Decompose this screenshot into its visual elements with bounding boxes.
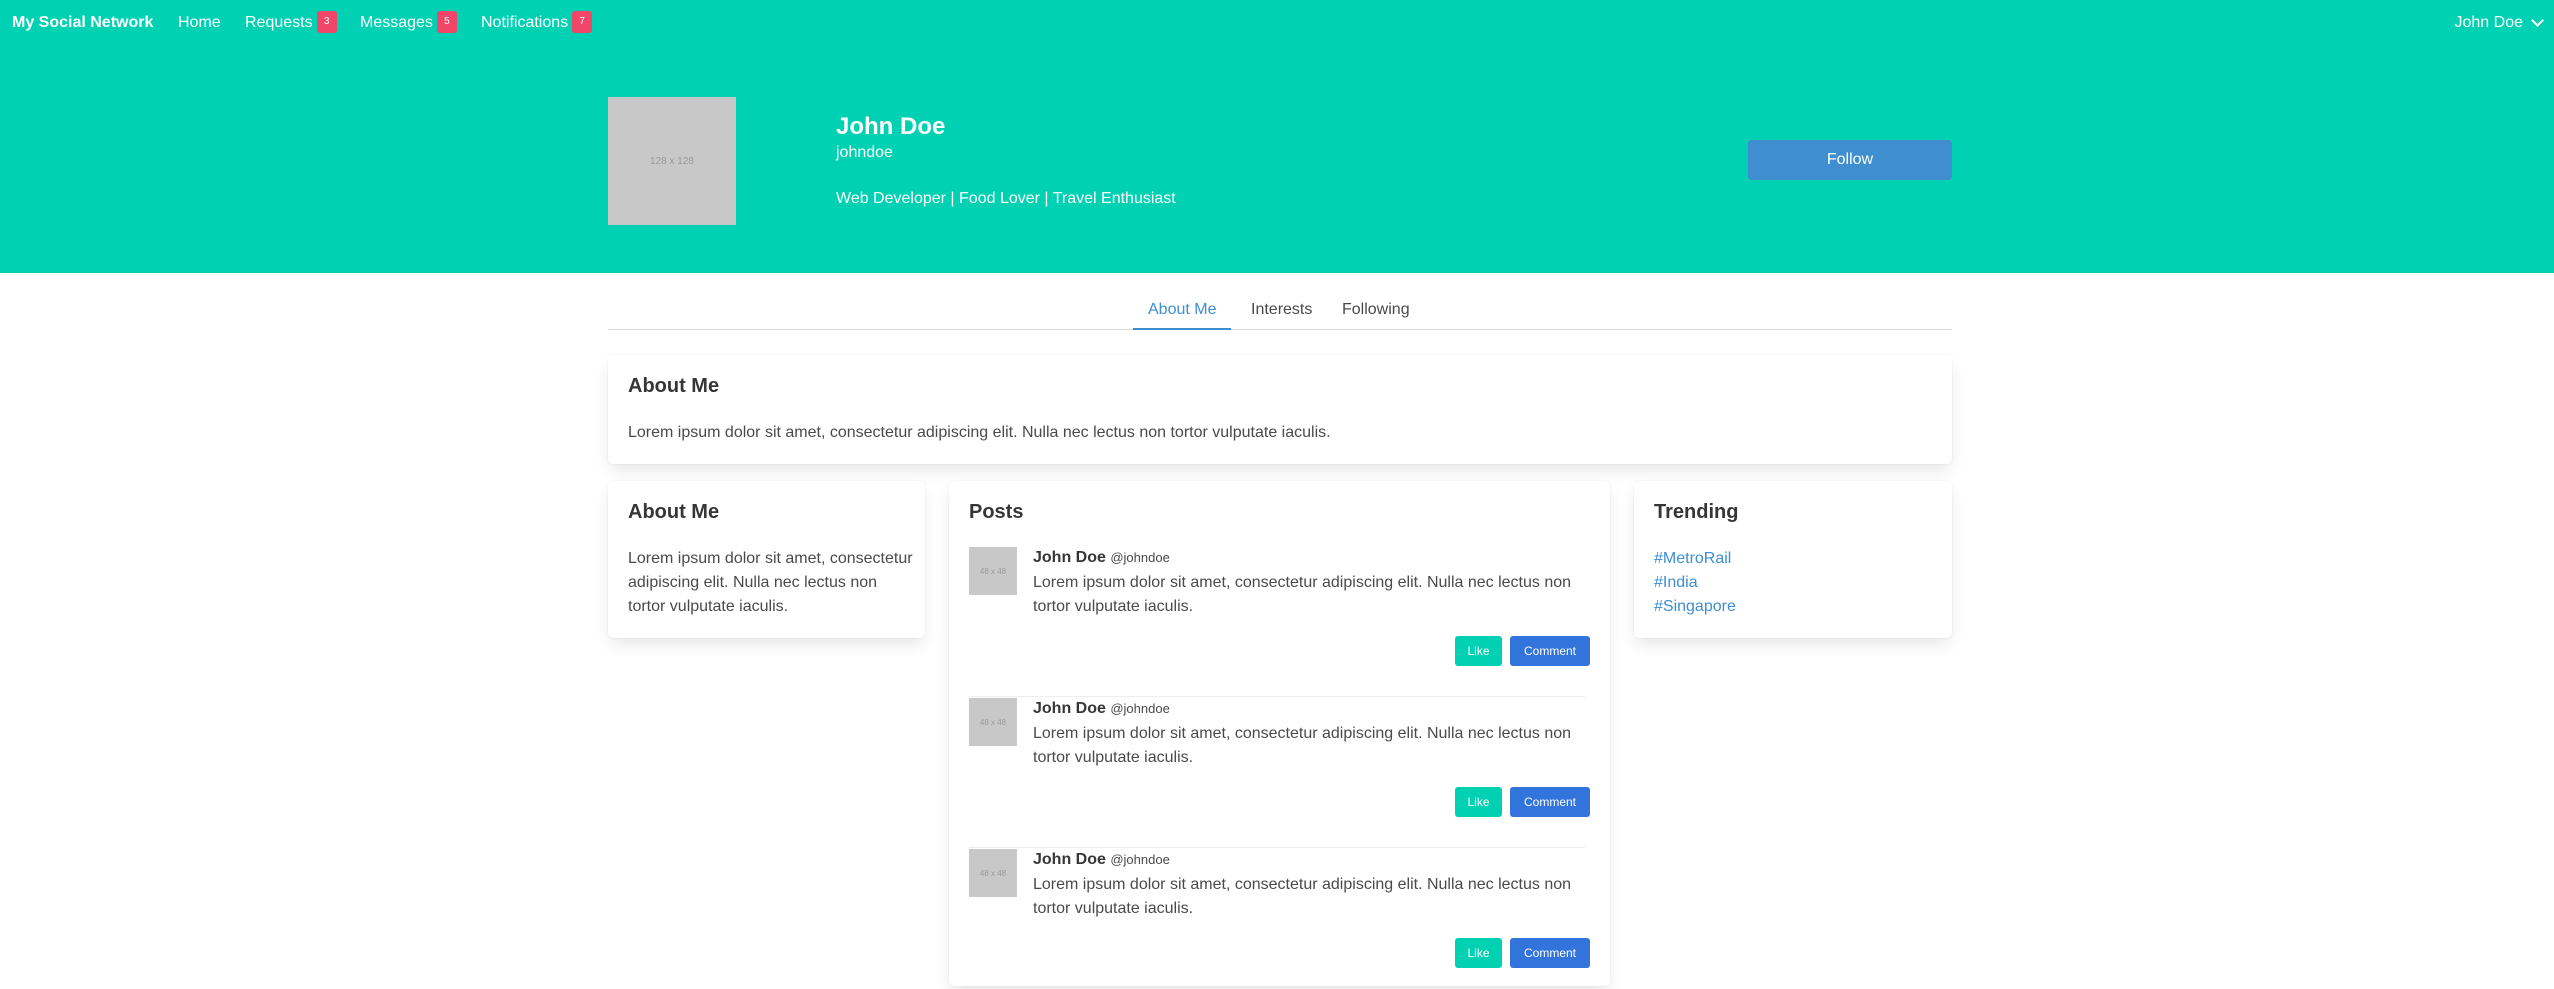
nav-item-label: Requests bbox=[245, 14, 313, 31]
trending-tag-link[interactable]: #India bbox=[1654, 571, 1736, 595]
about-me-card-main: About Me Lorem ipsum dolor sit amet, con… bbox=[608, 355, 1952, 464]
like-button[interactable]: Like bbox=[1455, 938, 1502, 968]
avatar-placeholder-text: 48 x 48 bbox=[979, 868, 1007, 878]
post-avatar: 48 x 48 bbox=[969, 849, 1017, 897]
post-body: Lorem ipsum dolor sit amet, consectetur … bbox=[1033, 876, 1572, 917]
card-title: Posts bbox=[969, 501, 1024, 523]
tab-about-me[interactable]: About Me bbox=[1133, 293, 1232, 330]
profile-avatar: 128 x 128 bbox=[608, 97, 736, 225]
user-menu[interactable]: John Doe bbox=[2454, 14, 2544, 32]
follow-button[interactable]: Follow bbox=[1748, 140, 1952, 180]
post-author[interactable]: John Doe bbox=[1033, 851, 1106, 868]
post-handle: @johndoe bbox=[1110, 852, 1170, 867]
nav-item-label: Home bbox=[178, 14, 221, 31]
post-header: John Doe @johndoe bbox=[1033, 549, 1170, 567]
trending-card: Trending #MetroRail #India #Singapore bbox=[1634, 481, 1952, 638]
post-divider bbox=[969, 696, 1585, 697]
trending-tag-link[interactable]: #Singapore bbox=[1654, 595, 1736, 619]
post-handle: @johndoe bbox=[1110, 701, 1170, 716]
comment-button[interactable]: Comment bbox=[1510, 787, 1590, 817]
post-avatar: 48 x 48 bbox=[969, 547, 1017, 595]
nav-item-requests[interactable]: Requests 3 bbox=[245, 11, 337, 33]
tab-following[interactable]: Following bbox=[1327, 293, 1425, 330]
post-item: 48 x 48 John Doe @johndoe Lorem ipsum do… bbox=[969, 849, 1590, 989]
post-author[interactable]: John Doe bbox=[1033, 549, 1106, 566]
nav-item-notifications[interactable]: Notifications 7 bbox=[481, 11, 593, 33]
comment-button[interactable]: Comment bbox=[1510, 938, 1590, 968]
profile-bio: Web Developer | Food Lover | Travel Enth… bbox=[836, 190, 1176, 207]
card-title: About Me bbox=[628, 375, 720, 397]
requests-count-badge: 3 bbox=[316, 11, 337, 33]
post-header: John Doe @johndoe bbox=[1033, 851, 1170, 869]
like-button[interactable]: Like bbox=[1455, 787, 1502, 817]
top-navbar: My Social Network Home Requests 3 Messag… bbox=[0, 0, 2554, 49]
trending-tag-list: #MetroRail #India #Singapore bbox=[1654, 547, 1736, 619]
user-menu-name: John Doe bbox=[2454, 14, 2524, 31]
post-avatar: 48 x 48 bbox=[969, 698, 1017, 746]
post-handle: @johndoe bbox=[1110, 550, 1170, 565]
card-text: Lorem ipsum dolor sit amet, consectetur … bbox=[628, 550, 913, 615]
brand-logo[interactable]: My Social Network bbox=[12, 14, 153, 32]
post-author[interactable]: John Doe bbox=[1033, 700, 1106, 717]
post-item: 48 x 48 John Doe @johndoe Lorem ipsum do… bbox=[969, 698, 1590, 848]
chevron-down-icon bbox=[2531, 14, 2544, 27]
post-item: 48 x 48 John Doe @johndoe Lorem ipsum do… bbox=[969, 547, 1590, 697]
post-body: Lorem ipsum dolor sit amet, consectetur … bbox=[1033, 725, 1572, 766]
profile-name: John Doe bbox=[836, 113, 946, 140]
avatar-placeholder-text: 48 x 48 bbox=[979, 717, 1007, 727]
avatar-placeholder-text: 128 x 128 bbox=[650, 155, 694, 167]
messages-count-badge: 5 bbox=[436, 11, 457, 33]
card-text: Lorem ipsum dolor sit amet, consectetur … bbox=[628, 424, 1331, 441]
posts-card: Posts 48 x 48 John Doe @johndoe Lorem ip… bbox=[949, 481, 1610, 986]
card-title: About Me bbox=[628, 501, 720, 523]
tab-interests[interactable]: Interests bbox=[1236, 293, 1327, 330]
nav-item-label: Messages bbox=[360, 14, 433, 31]
card-title: Trending bbox=[1654, 501, 1739, 523]
profile-tabs: About Me Interests Following bbox=[608, 293, 1952, 330]
trending-tag-link[interactable]: #MetroRail bbox=[1654, 547, 1736, 571]
comment-button[interactable]: Comment bbox=[1510, 636, 1590, 666]
about-me-card-side: About Me Lorem ipsum dolor sit amet, con… bbox=[608, 481, 925, 638]
post-body: Lorem ipsum dolor sit amet, consectetur … bbox=[1033, 574, 1572, 615]
post-divider bbox=[969, 847, 1585, 848]
profile-hero: My Social Network Home Requests 3 Messag… bbox=[0, 0, 2554, 273]
avatar-placeholder-text: 48 x 48 bbox=[979, 566, 1007, 576]
nav-item-home[interactable]: Home bbox=[178, 14, 221, 32]
profile-handle: johndoe bbox=[836, 144, 893, 161]
nav-item-messages[interactable]: Messages 5 bbox=[360, 11, 457, 33]
post-header: John Doe @johndoe bbox=[1033, 700, 1170, 718]
like-button[interactable]: Like bbox=[1455, 636, 1502, 666]
notifications-count-badge: 7 bbox=[572, 11, 593, 33]
nav-item-label: Notifications bbox=[481, 14, 569, 31]
